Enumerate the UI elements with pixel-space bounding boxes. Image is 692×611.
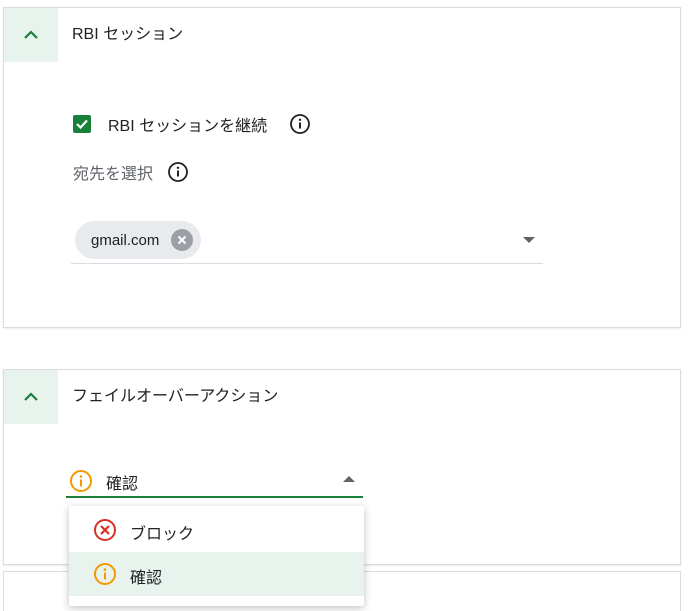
warning-info-icon bbox=[69, 469, 93, 498]
menu-item-block[interactable]: ブロック bbox=[69, 508, 364, 552]
continue-rbi-checkbox[interactable] bbox=[73, 115, 91, 133]
menu-item-confirm[interactable]: 確認 bbox=[69, 552, 364, 596]
chevron-up-icon bbox=[24, 392, 38, 401]
block-x-icon bbox=[93, 518, 117, 547]
checkmark-icon bbox=[76, 119, 88, 130]
info-icon[interactable] bbox=[167, 161, 189, 183]
collapse-rbi-button[interactable] bbox=[4, 8, 58, 62]
close-icon bbox=[178, 235, 187, 245]
failover-options-menu: ブロック 確認 bbox=[69, 506, 364, 606]
destination-row: 宛先を選択 bbox=[73, 160, 189, 184]
destination-chip: gmail.com bbox=[75, 221, 202, 259]
continue-rbi-row: RBI セッションを継続 bbox=[73, 112, 311, 136]
failover-action-select[interactable]: 確認 bbox=[66, 466, 363, 498]
destination-select[interactable]: gmail.com bbox=[71, 219, 543, 264]
menu-item-label: ブロック bbox=[130, 526, 195, 543]
continue-rbi-label: RBI セッションを継続 bbox=[108, 118, 268, 135]
warning-info-icon bbox=[93, 562, 117, 591]
failover-section-title: フェイルオーバーアクション bbox=[72, 388, 279, 405]
dropdown-arrow-icon[interactable] bbox=[523, 237, 535, 243]
collapse-failover-button[interactable] bbox=[4, 370, 58, 424]
chip-label: gmail.com bbox=[91, 231, 160, 249]
failover-selected-value: 確認 bbox=[106, 476, 139, 493]
dropdown-up-arrow-icon bbox=[343, 476, 355, 482]
menu-item-label: 確認 bbox=[130, 570, 163, 587]
chevron-up-icon bbox=[24, 30, 38, 39]
info-icon[interactable] bbox=[289, 113, 311, 135]
rbi-session-card: RBI セッション RBI セッションを継続 宛先を選択 gmail.com bbox=[3, 7, 681, 328]
destination-label: 宛先を選択 bbox=[73, 166, 154, 183]
rbi-section-title: RBI セッション bbox=[72, 26, 184, 43]
chip-remove-button[interactable] bbox=[171, 229, 194, 251]
